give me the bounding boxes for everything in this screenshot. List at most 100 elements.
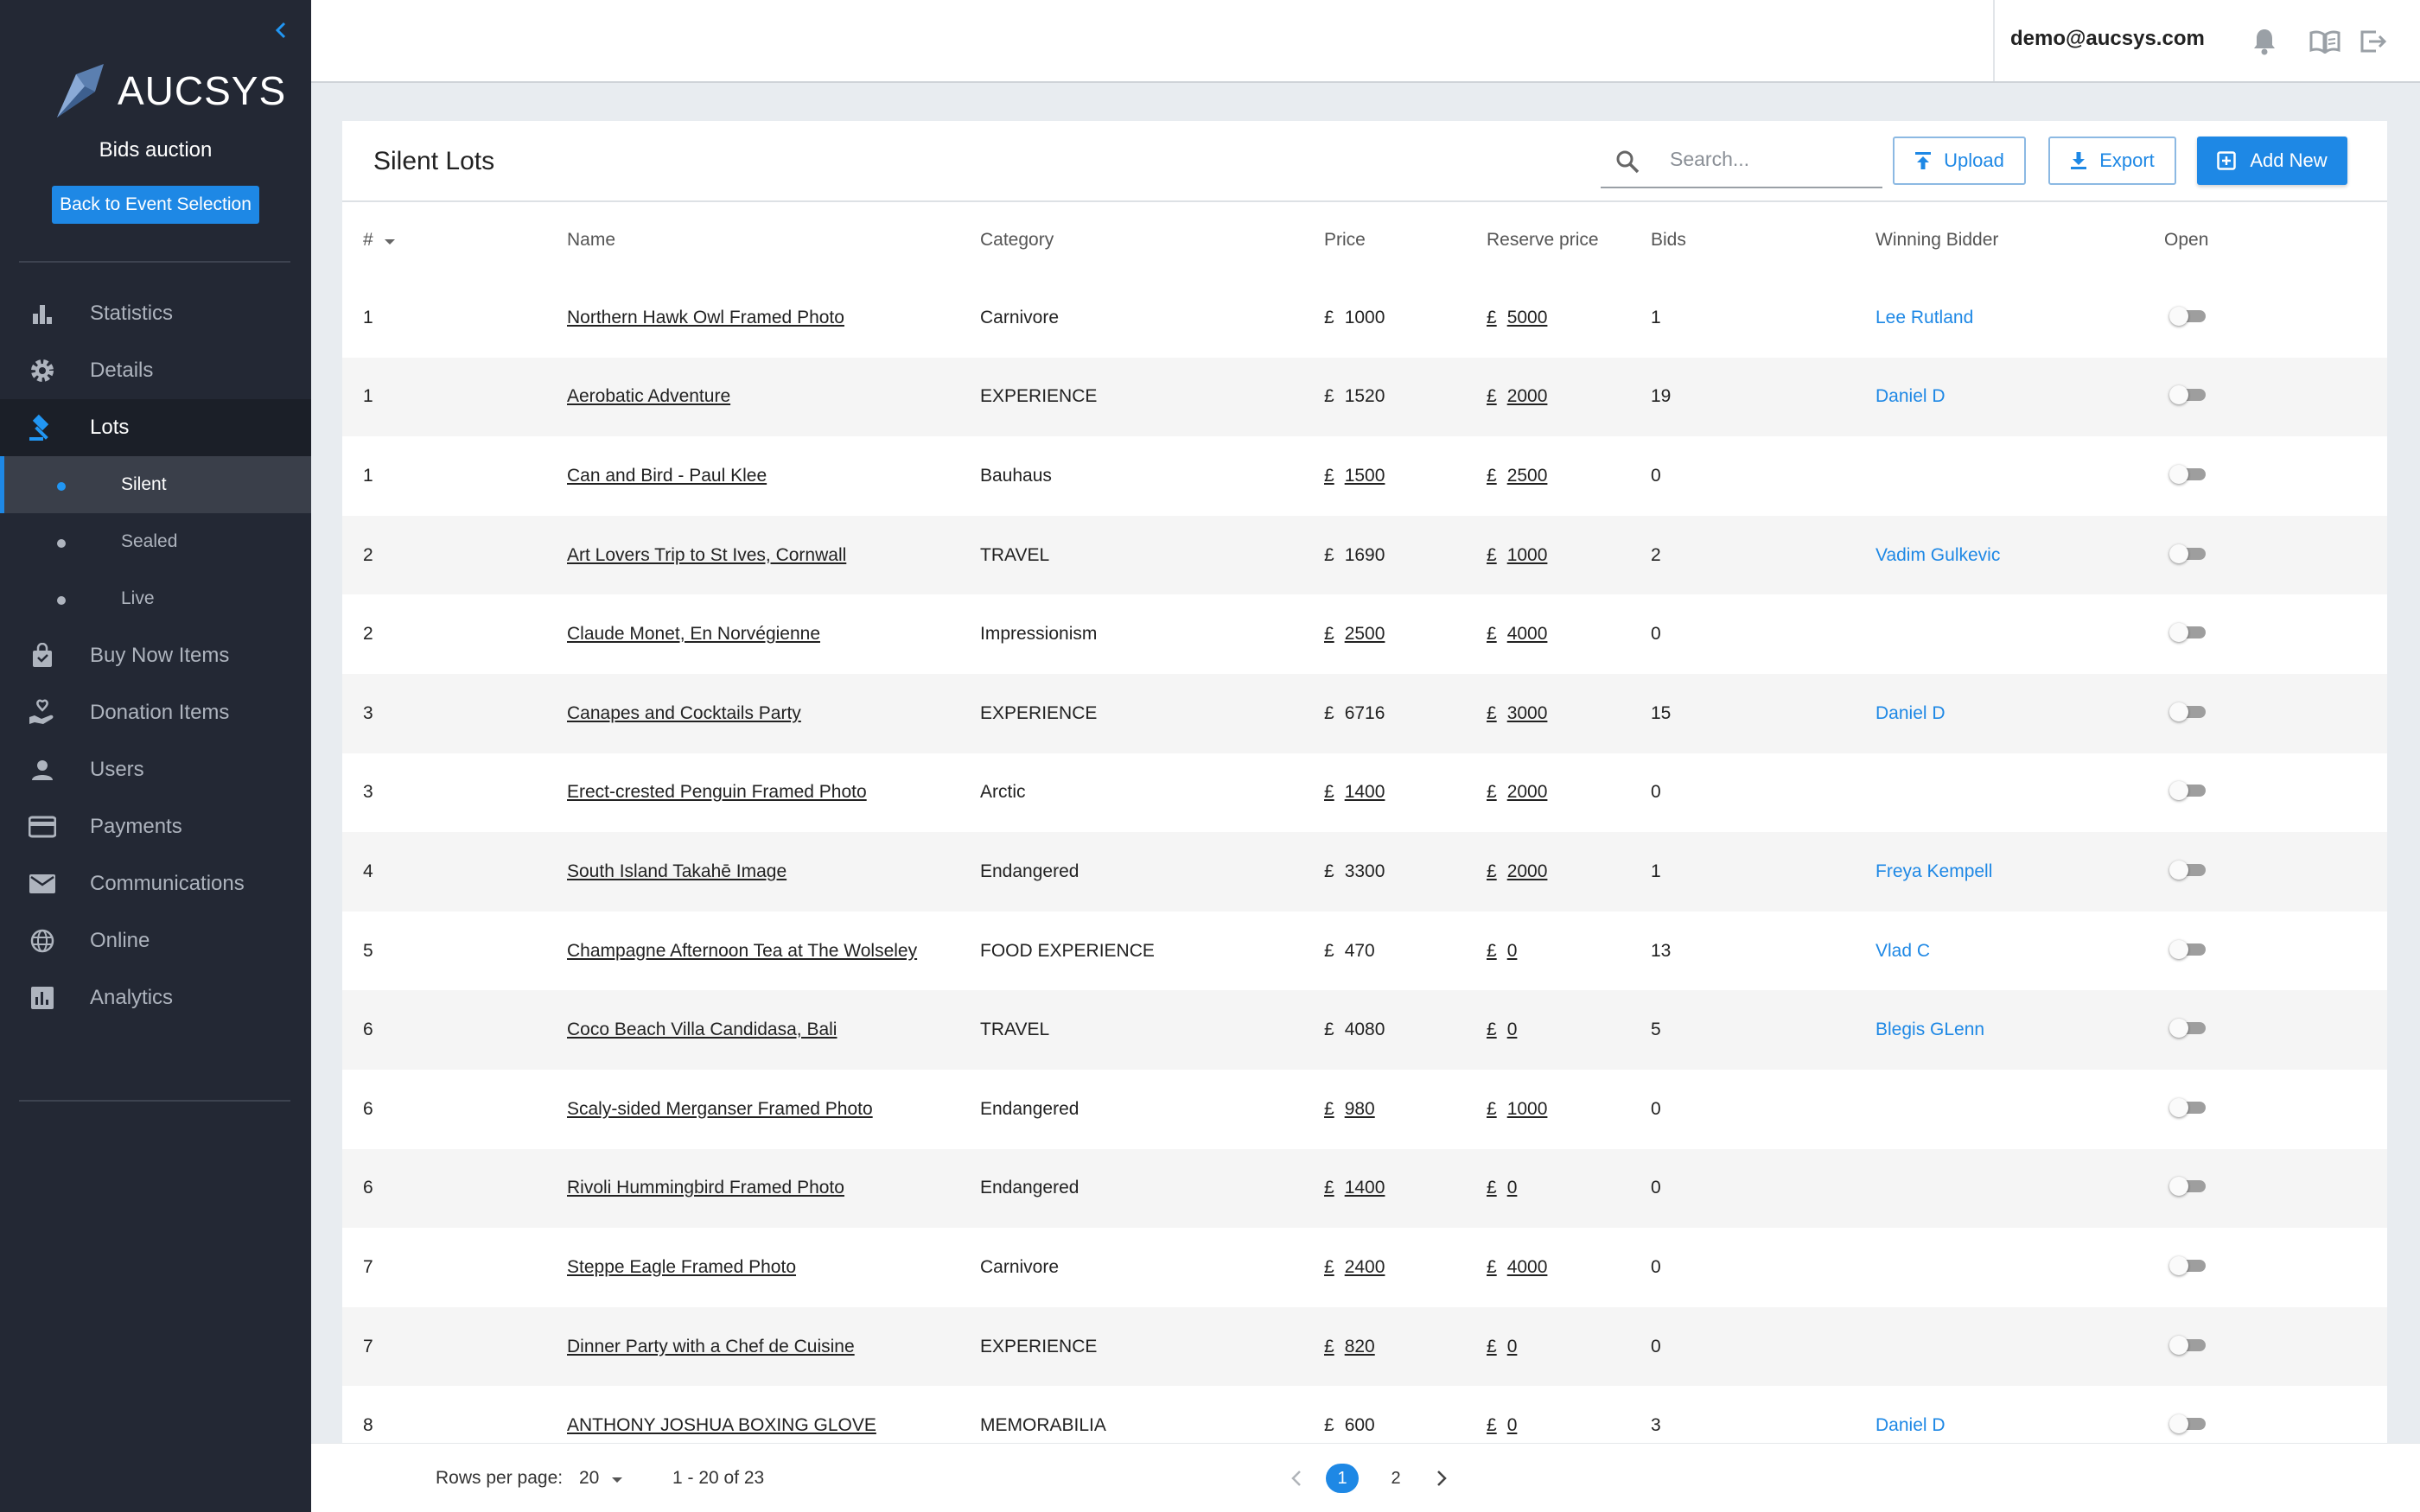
add-new-button[interactable]: Add New — [2197, 137, 2347, 185]
lot-name-link[interactable]: Rivoli Hummingbird Framed Photo — [567, 1178, 844, 1198]
lot-reserve-price[interactable]: £2500 — [1487, 466, 1547, 486]
winning-bidder-link[interactable]: Daniel D — [1876, 703, 1946, 723]
search-input[interactable] — [1670, 142, 1877, 176]
lot-reserve-price[interactable]: £2000 — [1487, 782, 1547, 802]
lot-reserve-price[interactable]: £1000 — [1487, 1099, 1547, 1119]
lot-name-link[interactable]: South Island Takahē Image — [567, 861, 786, 881]
lot-name-link[interactable]: Erect-crested Penguin Framed Photo — [567, 782, 867, 802]
table-row: 6 Scaly-sided Merganser Framed Photo Endan… — [342, 1070, 2387, 1149]
lot-name-link[interactable]: Can and Bird - Paul Klee — [567, 466, 767, 486]
rows-per-page-select[interactable]: 20 — [579, 1463, 623, 1494]
column-header-winning-bidder[interactable]: Winning Bidder — [1855, 202, 2143, 278]
winning-bidder-link[interactable]: Freya Kempell — [1876, 861, 1992, 881]
sidebar-subitem-silent[interactable]: Silent — [0, 456, 311, 513]
lot-name-link[interactable]: Champagne Afternoon Tea at The Wolseley — [567, 941, 917, 961]
logout-button[interactable] — [2358, 26, 2389, 57]
open-toggle[interactable] — [2169, 1414, 2207, 1434]
open-toggle[interactable] — [2169, 1255, 2207, 1275]
lot-reserve-price[interactable]: £4000 — [1487, 624, 1547, 644]
export-button[interactable]: Export — [2048, 137, 2176, 185]
lot-name-link[interactable]: Northern Hawk Owl Framed Photo — [567, 308, 844, 327]
column-header-bids[interactable]: Bids — [1630, 202, 1855, 278]
winning-bidder-link[interactable]: Daniel D — [1876, 1415, 1946, 1435]
open-toggle[interactable] — [2169, 543, 2207, 563]
lot-price[interactable]: £1400 — [1324, 782, 1385, 802]
column-header-name[interactable]: Name — [546, 202, 959, 278]
column-header-price[interactable]: Price — [1303, 202, 1466, 278]
column-header-reserve-price[interactable]: Reserve price — [1466, 202, 1630, 278]
column-header-open[interactable]: Open — [2143, 202, 2387, 278]
open-toggle[interactable] — [2169, 1019, 2207, 1039]
lot-reserve-price[interactable]: £4000 — [1487, 1257, 1547, 1277]
lot-name-link[interactable]: Scaly-sided Merganser Framed Photo — [567, 1099, 873, 1119]
sidebar-item-statistics[interactable]: Statistics — [0, 285, 311, 342]
lot-name-link[interactable]: Dinner Party with a Chef de Cuisine — [567, 1337, 855, 1356]
open-toggle[interactable] — [2169, 306, 2207, 326]
lot-reserve-price[interactable]: £0 — [1487, 1337, 1517, 1356]
lot-reserve-price[interactable]: £5000 — [1487, 308, 1547, 327]
lot-reserve-price[interactable]: £2000 — [1487, 386, 1547, 406]
open-toggle[interactable] — [2169, 623, 2207, 643]
open-toggle[interactable] — [2169, 464, 2207, 484]
lot-reserve-price[interactable]: £1000 — [1487, 545, 1547, 565]
documentation-button[interactable] — [2309, 26, 2340, 57]
lot-reserve-price[interactable]: £0 — [1487, 941, 1517, 961]
column-header-category[interactable]: Category — [959, 202, 1303, 278]
lot-price[interactable]: £820 — [1324, 1337, 1375, 1356]
lot-price[interactable]: £2400 — [1324, 1257, 1385, 1277]
sidebar-item-communications[interactable]: Communications — [0, 855, 311, 912]
sidebar-item-online[interactable]: Online — [0, 912, 311, 969]
open-toggle[interactable] — [2169, 1335, 2207, 1355]
currency-symbol: £ — [1487, 386, 1497, 407]
sidebar-subitem-live[interactable]: Live — [0, 570, 311, 627]
lot-name-link[interactable]: Aerobatic Adventure — [567, 386, 730, 406]
lot-name-link[interactable]: Steppe Eagle Framed Photo — [567, 1257, 796, 1277]
lot-name-link[interactable]: Art Lovers Trip to St Ives, Cornwall — [567, 545, 846, 565]
sidebar-item-buy-now-items[interactable]: Buy Now Items — [0, 627, 311, 684]
lot-reserve-price[interactable]: £0 — [1487, 1178, 1517, 1198]
sidebar-item-details[interactable]: Details — [0, 342, 311, 399]
column-header-number[interactable]: # — [342, 202, 546, 278]
lot-reserve-value: 1000 — [1506, 544, 1548, 565]
open-toggle[interactable] — [2169, 1177, 2207, 1197]
open-toggle[interactable] — [2169, 939, 2207, 959]
winning-bidder-link[interactable]: Vlad C — [1876, 941, 1930, 961]
winning-bidder-link[interactable]: Blegis GLenn — [1876, 1020, 1984, 1039]
open-toggle[interactable] — [2169, 385, 2207, 405]
next-page-button[interactable] — [1423, 1461, 1461, 1496]
sidebar-item-lots[interactable]: Lots — [0, 399, 311, 456]
user-email[interactable]: demo@aucsys.com — [2010, 27, 2205, 51]
lot-price[interactable]: £980 — [1324, 1099, 1375, 1119]
lot-name-link[interactable]: Claude Monet, En Norvégienne — [567, 624, 820, 644]
collapse-sidebar-button[interactable] — [270, 17, 292, 43]
lot-reserve-price[interactable]: £0 — [1487, 1020, 1517, 1039]
lot-reserve-price[interactable]: £2000 — [1487, 861, 1547, 881]
notifications-button[interactable] — [2249, 26, 2280, 57]
back-to-event-selection-button[interactable]: Back to Event Selection — [52, 186, 259, 224]
sidebar-item-users[interactable]: Users — [0, 741, 311, 798]
sidebar-subitem-sealed[interactable]: Sealed — [0, 513, 311, 570]
sidebar-item-payments[interactable]: Payments — [0, 798, 311, 855]
lot-name-link[interactable]: Canapes and Cocktails Party — [567, 703, 801, 723]
open-toggle[interactable] — [2169, 781, 2207, 801]
lot-price-value: 470 — [1344, 940, 1375, 961]
open-toggle[interactable] — [2169, 702, 2207, 721]
sidebar-item-donation-items[interactable]: Donation Items — [0, 684, 311, 741]
previous-page-button[interactable] — [1277, 1461, 1315, 1496]
open-toggle[interactable] — [2169, 860, 2207, 880]
page-button-1[interactable]: 1 — [1326, 1464, 1359, 1493]
upload-button[interactable]: Upload — [1893, 137, 2026, 185]
winning-bidder-link[interactable]: Lee Rutland — [1876, 308, 1973, 327]
lot-name-link[interactable]: ANTHONY JOSHUA BOXING GLOVE — [567, 1415, 876, 1435]
winning-bidder-link[interactable]: Vadim Gulkevic — [1876, 545, 2000, 565]
lot-price[interactable]: £1500 — [1324, 466, 1385, 486]
open-toggle[interactable] — [2169, 1097, 2207, 1117]
page-button-2[interactable]: 2 — [1379, 1464, 1412, 1493]
lot-price[interactable]: £1400 — [1324, 1178, 1385, 1198]
lot-reserve-price[interactable]: £0 — [1487, 1415, 1517, 1435]
sidebar-item-analytics[interactable]: Analytics — [0, 969, 311, 1026]
lot-price[interactable]: £2500 — [1324, 624, 1385, 644]
lot-name-link[interactable]: Coco Beach Villa Candidasa, Bali — [567, 1020, 837, 1039]
lot-reserve-price[interactable]: £3000 — [1487, 703, 1547, 723]
winning-bidder-link[interactable]: Daniel D — [1876, 386, 1946, 406]
